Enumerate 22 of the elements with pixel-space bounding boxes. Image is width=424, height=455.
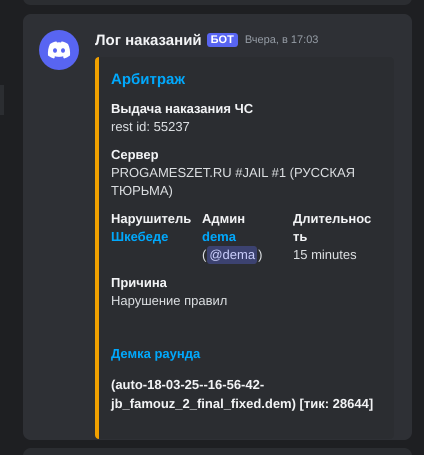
field-name: Нарушитель xyxy=(111,210,192,228)
user-mention[interactable]: @dema xyxy=(207,246,258,264)
section-title: Демка раунда xyxy=(111,346,202,361)
bot-tag: БОТ xyxy=(206,33,238,47)
timestamp: Вчера, в 17:03 xyxy=(244,34,318,46)
field-name: Длительность xyxy=(293,210,372,246)
author-name[interactable]: Лог наказаний xyxy=(95,32,202,48)
field-name: Причина xyxy=(111,274,167,292)
avatar-icon[interactable] xyxy=(39,30,79,70)
bracket: ( xyxy=(202,246,206,264)
field-value: Нарушение правил xyxy=(111,292,228,310)
field-value: PROGAMESZET.RU #JAIL #1 (РУССКАЯ ТЮРЬМА) xyxy=(111,164,356,200)
field-value: 15 minutes xyxy=(293,246,358,264)
embed-title[interactable]: Арбитраж xyxy=(111,71,382,88)
field-name: Админ xyxy=(202,210,246,228)
user-link[interactable]: dema xyxy=(202,228,290,246)
user-link[interactable]: Шкебеде xyxy=(111,228,199,246)
bracket: ) xyxy=(258,246,262,264)
field-name: Сервер xyxy=(111,146,159,164)
demo-filename: (auto-18-03-25--16-56-42-jb_famouz_2_final_fixed.dem) [тик: 28644] xyxy=(111,376,374,413)
field-name: Выдача наказания ЧС xyxy=(111,100,254,118)
field-value: rest id: 55237 xyxy=(111,118,190,136)
